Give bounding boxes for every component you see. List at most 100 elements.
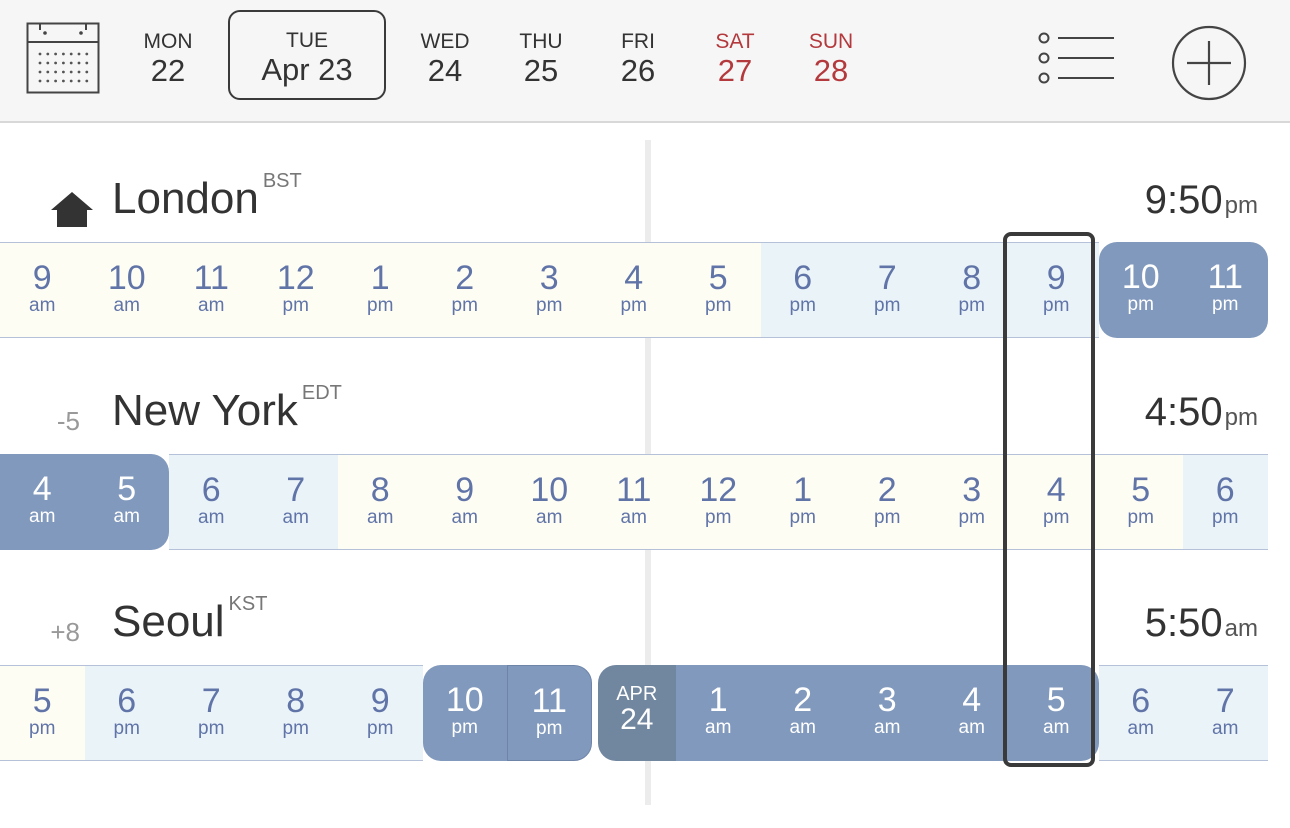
hour-number: 3 [877, 681, 897, 719]
hour-cell[interactable]: 11 pm [1183, 242, 1268, 338]
hour-cell[interactable]: 1 am [676, 665, 761, 761]
hour-cell[interactable]: 2 pm [845, 454, 930, 550]
home-icon [51, 192, 93, 227]
hour-cell[interactable]: 6 am [1098, 665, 1183, 761]
calendar-icon[interactable] [26, 22, 100, 94]
day-mon[interactable]: MON 22 [128, 30, 208, 88]
hour-cell[interactable]: 6 pm [760, 242, 845, 338]
hour-cell[interactable]: 12 pm [253, 242, 338, 338]
day-number-label: 22 [150, 53, 186, 88]
current-time: 5:50am [1145, 601, 1258, 646]
hour-cell[interactable]: 6 pm [1183, 454, 1268, 550]
hour-cell[interactable]: 1 pm [760, 454, 845, 550]
day-tue[interactable]: TUE Apr 23 [228, 10, 386, 100]
city-header: -5 New York EDT 4:50pm [0, 382, 1290, 442]
add-circle-icon[interactable] [1170, 24, 1248, 102]
hour-ampm: pm [1127, 294, 1154, 315]
hour-cell[interactable]: 4 am [929, 665, 1014, 761]
hour-ampm: pm [451, 717, 478, 738]
city-name-text: London [112, 174, 259, 223]
hour-number: 4 [962, 681, 982, 719]
hour-cell[interactable]: 3 am [845, 665, 930, 761]
hour-cell[interactable]: 11 am [591, 454, 676, 550]
hour-cell[interactable]: 7 pm [169, 665, 254, 761]
day-of-week-label: THU [519, 30, 563, 53]
hour-number: 5 [1131, 471, 1151, 509]
hour-cell[interactable]: 2 am [760, 665, 845, 761]
hour-ampm: am [874, 717, 901, 738]
hour-ampm: am [29, 506, 56, 527]
hour-ampm: pm [874, 295, 901, 316]
hour-cell[interactable]: 4 am [0, 454, 85, 550]
hour-number: 8 [962, 259, 982, 297]
hour-number: 1 [708, 681, 728, 719]
hour-ampm: am [536, 507, 563, 528]
hour-cell[interactable]: 10 pm [1098, 242, 1183, 338]
hour-ampm: pm [789, 507, 816, 528]
hour-cell[interactable]: 9 am [0, 242, 85, 338]
hour-cell[interactable]: 11 am [169, 242, 254, 338]
city-name: New York EDT [112, 382, 342, 436]
hour-cell[interactable]: 3 pm [507, 242, 592, 338]
hour-ampm: am [1127, 718, 1154, 739]
hour-cell[interactable]: 5 pm [676, 242, 761, 338]
hour-cell[interactable]: 3 pm [929, 454, 1014, 550]
hour-number: 10 [1121, 258, 1160, 296]
current-time: 4:50pm [1145, 390, 1258, 435]
hour-cell[interactable]: 2 pm [422, 242, 507, 338]
city-header: +8 Seoul KST 5:50am [0, 593, 1290, 653]
hour-ampm: pm [1212, 507, 1239, 528]
hour-cell[interactable]: 1 pm [338, 242, 423, 338]
selected-hour-highlight[interactable] [1003, 232, 1095, 767]
hour-number: 9 [455, 471, 475, 509]
hour-number: 7 [1215, 682, 1235, 720]
hour-cell[interactable]: 7 am [253, 454, 338, 550]
hour-cell[interactable]: 11 pm [507, 665, 592, 761]
hour-number: 1 [370, 259, 390, 297]
hour-ampm: pm [282, 718, 309, 739]
hour-cell[interactable]: 5 pm [0, 665, 85, 761]
hour-number: 7 [201, 682, 221, 720]
hour-cell[interactable]: 8 pm [929, 242, 1014, 338]
day-number-label: 24 [427, 53, 463, 88]
day-of-week-label: SAT [715, 30, 755, 53]
hour-ampm: am [620, 507, 647, 528]
hour-ampm: pm [958, 295, 985, 316]
day-of-week-label: WED [420, 30, 470, 53]
hour-ampm: pm [282, 295, 309, 316]
hour-cell[interactable]: 6 pm [84, 665, 169, 761]
hour-cell[interactable]: 10 pm [422, 665, 507, 761]
hour-number: 5 [708, 259, 728, 297]
hour-ampm: am [789, 717, 816, 738]
hour-cell[interactable]: 5 am [84, 454, 169, 550]
hour-cell[interactable]: 7 am [1183, 665, 1268, 761]
day-fri[interactable]: FRI 26 [598, 30, 678, 88]
hour-number: 6 [201, 471, 221, 509]
current-time-ampm: pm [1224, 192, 1258, 219]
date-change-cell[interactable]: APR 24 [597, 665, 676, 761]
hour-number: 7 [286, 471, 306, 509]
hour-cell[interactable]: 12 pm [676, 454, 761, 550]
hour-ampm: pm [705, 295, 732, 316]
hour-cell[interactable]: 6 am [169, 454, 254, 550]
hour-ampm: pm [874, 507, 901, 528]
hour-cell[interactable]: 8 am [338, 454, 423, 550]
hour-cell[interactable]: 10 am [84, 242, 169, 338]
day-sun[interactable]: SUN 28 [791, 30, 871, 88]
hour-cell[interactable]: 5 pm [1098, 454, 1183, 550]
city-name-text: Seoul [112, 597, 225, 646]
hour-number: 3 [539, 259, 559, 297]
hour-cell[interactable]: 9 pm [338, 665, 423, 761]
hour-cell[interactable]: 7 pm [845, 242, 930, 338]
current-time: 9:50pm [1145, 178, 1258, 223]
hour-cell[interactable]: 8 pm [253, 665, 338, 761]
day-wed[interactable]: WED 24 [405, 30, 485, 88]
hour-ampm: pm [958, 507, 985, 528]
day-sat[interactable]: SAT 27 [695, 30, 775, 88]
hour-cell[interactable]: 10 am [507, 454, 592, 550]
city-name-text: New York [112, 386, 298, 435]
day-thu[interactable]: THU 25 [501, 30, 581, 88]
hour-cell[interactable]: 4 pm [591, 242, 676, 338]
hour-cell[interactable]: 9 am [422, 454, 507, 550]
list-icon[interactable] [1036, 30, 1116, 86]
